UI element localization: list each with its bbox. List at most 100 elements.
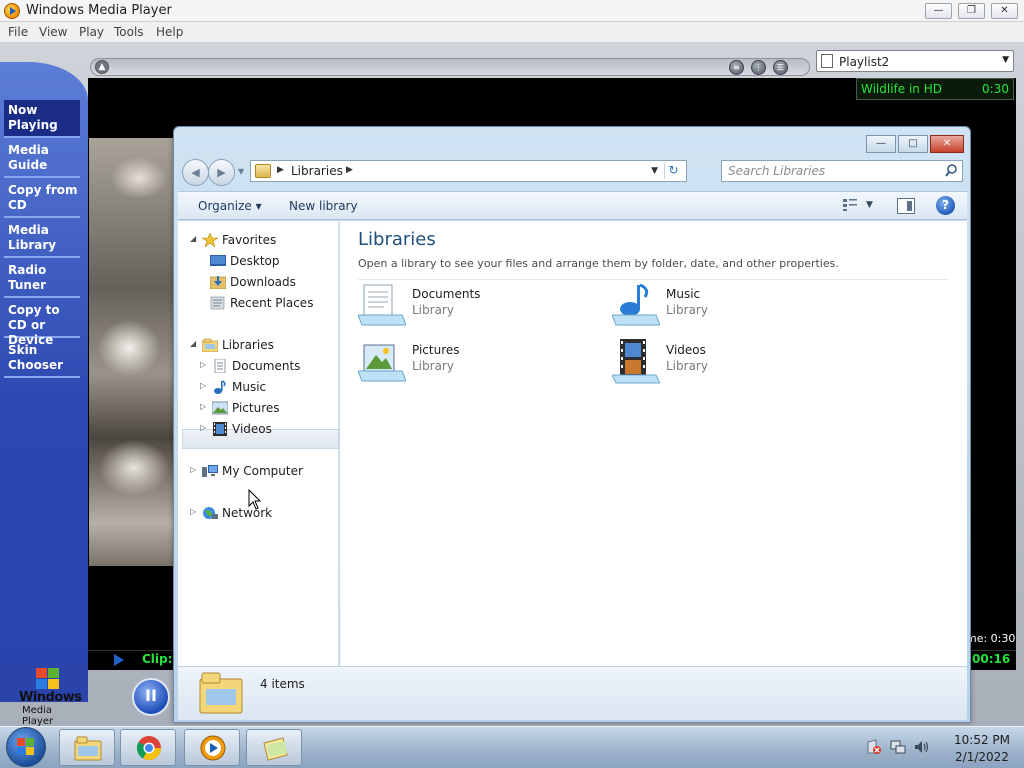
breadcrumb-separator-icon[interactable]: ▶ [277, 165, 284, 175]
collapsed-triangle-icon[interactable]: ▷ [190, 507, 196, 516]
recent-pages-icon[interactable]: ▼ [238, 167, 244, 176]
visualization-icon[interactable]: ≡ [729, 60, 744, 75]
libraries-icon [202, 338, 218, 352]
menu-file[interactable]: File [8, 25, 28, 39]
wmp-title-bar: Windows Media Player — ❐ ✕ [0, 0, 1024, 22]
library-type: Library [412, 303, 454, 317]
minimize-button[interactable]: — [925, 3, 952, 19]
explorer-maximize-button[interactable]: □ [898, 135, 928, 153]
forward-button[interactable]: ▶ [208, 159, 235, 186]
equalizer-icon[interactable]: ⋮ [751, 60, 766, 75]
taskpane-media-library[interactable]: Media Library [4, 220, 80, 258]
address-bar[interactable]: ▶ Libraries ▶ ▼ ↻ [250, 160, 687, 182]
volume-icon[interactable] [914, 739, 930, 755]
nav-my-computer-label: My Computer [222, 464, 303, 478]
search-input[interactable] [728, 164, 928, 178]
system-tray [864, 733, 936, 763]
expanded-triangle-icon[interactable]: ◢ [190, 339, 196, 348]
command-bar: Organize ▾ New library ▼ ? [178, 191, 967, 220]
help-button[interactable]: ? [936, 196, 955, 215]
details-pane: 4 items [178, 666, 967, 720]
libraries-window: — □ ✕ ◀ ▶ ▼ ▶ Libraries ▶ ▼ ↻ Organize ▾… [173, 126, 971, 723]
pictures-icon [358, 344, 406, 382]
taskpane-now-playing[interactable]: Now Playing [4, 100, 80, 138]
taskbar-media-player-button[interactable] [184, 729, 240, 766]
menu-view[interactable]: View [39, 25, 67, 39]
video-frame-image [89, 138, 174, 566]
taskbar-chrome-button[interactable] [120, 729, 176, 766]
close-button[interactable]: ✕ [991, 3, 1018, 19]
menu-play[interactable]: Play [79, 25, 104, 39]
restore-button[interactable]: ❐ [958, 3, 985, 19]
library-tile-pictures[interactable]: Pictures Library [358, 339, 598, 387]
collapsed-triangle-icon[interactable]: ▷ [200, 381, 206, 390]
taskpane-media-guide[interactable]: Media Guide [4, 140, 80, 178]
preview-pane-button[interactable] [897, 198, 915, 214]
music-icon [214, 380, 226, 394]
search-icon[interactable] [945, 164, 957, 178]
taskpane-copy-from-cd[interactable]: Copy from CD [4, 180, 80, 218]
content-pane: Libraries Open a library to see your fil… [340, 221, 967, 666]
navigation-pane: ◢ Favorites Desktop Downloads Recent Pla… [178, 221, 339, 666]
search-box[interactable] [721, 160, 963, 182]
logo-text-media-player: Media Player [22, 705, 54, 727]
pause-button[interactable]: II [132, 678, 170, 716]
address-dropdown-icon[interactable]: ▼ [651, 166, 658, 176]
library-tile-documents[interactable]: Documents Library [358, 283, 598, 331]
taskbar-folder-button[interactable] [246, 729, 302, 766]
explorer-minimize-button[interactable]: — [866, 135, 896, 153]
collapsed-triangle-icon[interactable]: ▷ [200, 402, 206, 411]
logo-text-windows: Windows [19, 690, 82, 705]
back-button[interactable]: ◀ [182, 159, 209, 186]
library-type: Library [666, 359, 708, 373]
divider [358, 279, 948, 280]
taskpane-copy-to-cd[interactable]: Copy to CD or Device [4, 300, 80, 347]
wmp-top-bar: ▲ ≡ ⋮ ☰ [90, 58, 810, 76]
taskpane-radio-tuner[interactable]: Radio Tuner [4, 260, 80, 298]
action-center-icon[interactable] [866, 739, 882, 755]
organize-button[interactable]: Organize ▾ [198, 199, 262, 213]
playlist-view-icon[interactable]: ☰ [773, 60, 788, 75]
playlist-icon [821, 54, 833, 68]
start-button[interactable] [6, 727, 46, 767]
breadcrumb-libraries[interactable]: Libraries [291, 164, 343, 178]
change-view-button[interactable]: ▼ [842, 198, 880, 214]
clock-date[interactable]: 2/1/2022 [946, 750, 1018, 764]
taskpane-skin-chooser[interactable]: Skin Chooser [4, 340, 80, 378]
taskbar-explorer-button[interactable] [59, 729, 115, 766]
nav-videos-label: Videos [232, 422, 272, 436]
view-options-icon [843, 199, 857, 211]
playlist-item[interactable]: Wildlife in HD 0:30 [856, 78, 1014, 100]
collapsed-triangle-icon[interactable]: ▷ [190, 465, 196, 474]
hide-taskbar-icon[interactable]: ▲ [95, 60, 109, 74]
explorer-close-button[interactable]: ✕ [930, 135, 964, 153]
nav-recent-places-label: Recent Places [230, 296, 314, 310]
new-library-button[interactable]: New library [289, 199, 358, 213]
network-tray-icon[interactable] [890, 739, 906, 755]
window-title: Windows Media Player [26, 3, 172, 18]
library-name: Documents [412, 287, 481, 301]
menu-help[interactable]: Help [156, 25, 183, 39]
pictures-icon [212, 401, 228, 415]
explorer-icon [74, 736, 102, 761]
folder-icon [263, 737, 288, 761]
chevron-down-icon: ▼ [1002, 55, 1009, 65]
documents-icon [214, 359, 226, 373]
mouse-cursor-icon [248, 489, 262, 510]
menu-bar: File View Play Tools Help [0, 22, 1024, 42]
library-tile-music[interactable]: Music Library [612, 283, 852, 331]
refresh-icon[interactable]: ↻ [664, 163, 682, 179]
collapsed-triangle-icon[interactable]: ▷ [200, 423, 206, 432]
library-type: Library [412, 359, 454, 373]
expanded-triangle-icon[interactable]: ◢ [190, 234, 196, 243]
videos-icon [213, 422, 227, 436]
playlist-dropdown[interactable]: Playlist2 ▼ [816, 50, 1014, 72]
breadcrumb-separator-icon[interactable]: ▶ [346, 165, 353, 175]
library-tile-videos[interactable]: Videos Library [612, 339, 852, 387]
music-icon [612, 283, 660, 326]
chrome-icon [136, 736, 161, 761]
wmp-taskpane: Now Playing Media Guide Copy from CD Med… [0, 62, 88, 702]
menu-tools[interactable]: Tools [114, 25, 144, 39]
clock-time[interactable]: 10:52 PM [946, 733, 1018, 747]
collapsed-triangle-icon[interactable]: ▷ [200, 360, 206, 369]
